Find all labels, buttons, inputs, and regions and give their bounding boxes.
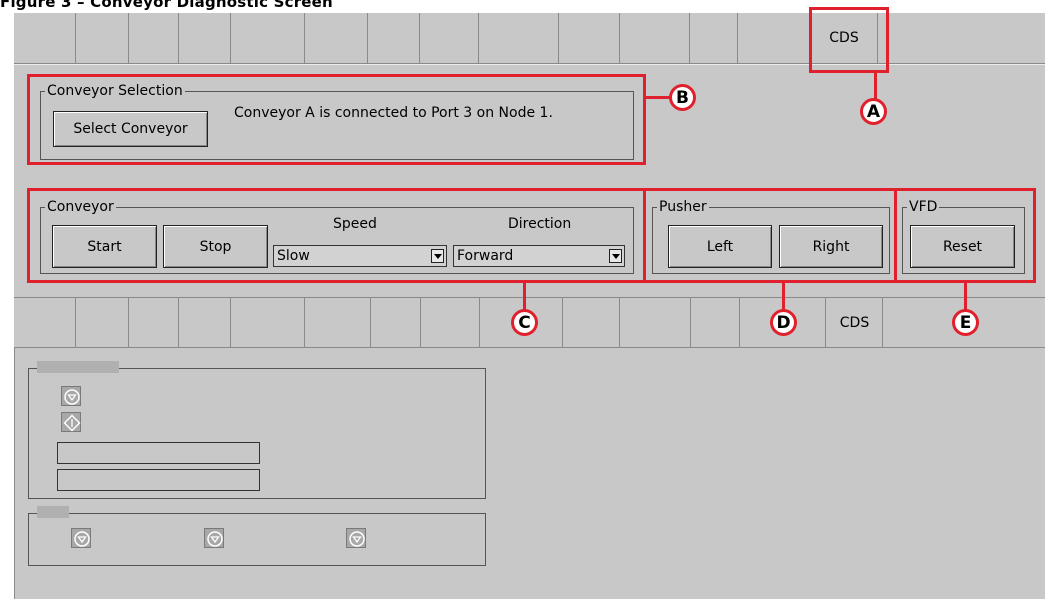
tab[interactable] [14,13,76,63]
lower-group-1-legend [37,361,119,373]
text-field[interactable] [57,469,260,491]
leader-line-d [782,280,785,310]
tab[interactable] [738,13,810,63]
text-field[interactable] [57,442,260,464]
tab[interactable] [76,298,129,347]
tab[interactable] [690,13,738,63]
tab[interactable] [231,13,305,63]
callout-b: B [669,84,696,111]
tab-cds-label: CDS [839,314,870,331]
tab[interactable] [129,298,179,347]
tab[interactable] [563,298,620,347]
callout-d: D [770,309,797,336]
tab[interactable] [129,13,179,63]
callout-e: E [952,309,979,336]
figure-title: Figure 3 – Conveyor Diagnostic Screen [0,0,333,11]
tab[interactable] [421,298,480,347]
top-tab-strip: CDS [14,13,1045,64]
tab[interactable] [14,298,76,347]
tab[interactable] [691,298,740,347]
lower-group-2 [28,506,486,566]
tab[interactable] [479,13,559,63]
tab[interactable] [559,13,620,63]
tab[interactable] [179,13,231,63]
tab[interactable] [620,13,690,63]
tab[interactable] [420,13,479,63]
callout-a: A [860,98,887,125]
stop-circle-icon[interactable] [346,528,366,548]
tab[interactable] [179,298,231,347]
start-diamond-icon[interactable] [61,412,81,432]
tab[interactable] [620,298,691,347]
highlight-a [809,7,889,73]
highlight-d [643,188,897,283]
leader-line-b [644,96,671,99]
tab[interactable] [305,298,371,347]
leader-line-a [874,70,877,100]
leader-line-e [964,280,967,310]
stop-circle-icon[interactable] [204,528,224,548]
lower-group-2-legend [37,506,69,518]
stop-circle-icon[interactable] [61,386,81,406]
leader-line-c [523,280,526,310]
callout-c: C [511,309,538,336]
tab[interactable] [76,13,129,63]
highlight-c [27,188,646,283]
highlight-e [894,188,1036,283]
highlight-b [27,74,646,165]
tab[interactable] [371,298,421,347]
stop-circle-icon[interactable] [71,528,91,548]
lower-screen-panel [14,348,1045,599]
tab[interactable] [368,13,420,63]
tab[interactable] [231,298,305,347]
tab[interactable] [305,13,368,63]
